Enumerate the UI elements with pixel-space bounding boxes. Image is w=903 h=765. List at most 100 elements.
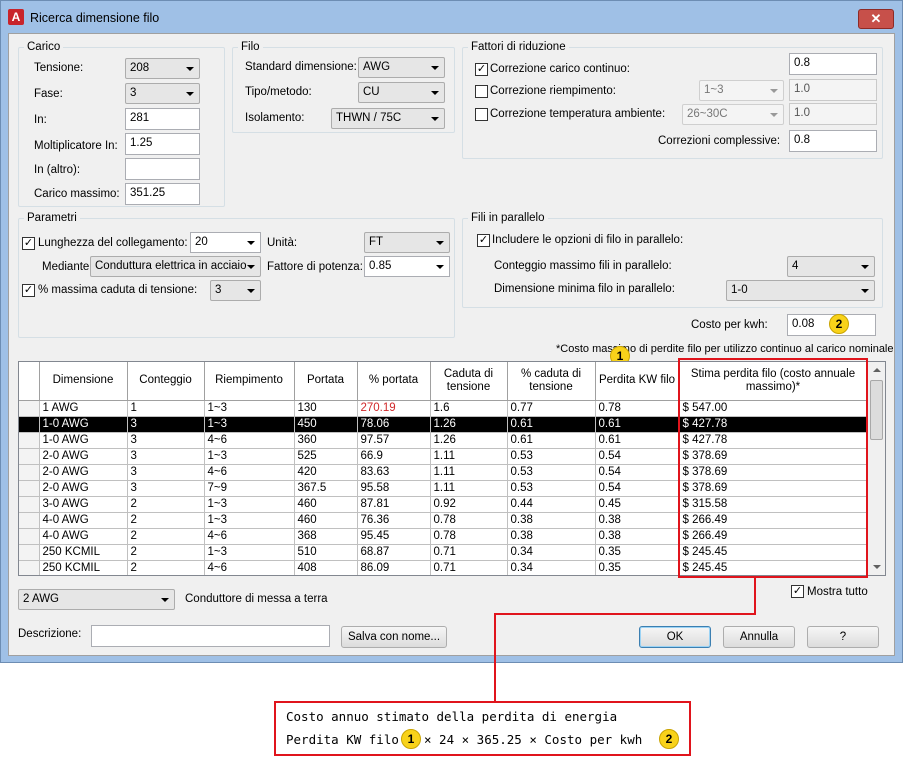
col-header-dimensione[interactable]: Dimensione bbox=[39, 362, 128, 401]
scroll-thumb[interactable] bbox=[870, 380, 883, 440]
row-header-cell[interactable] bbox=[19, 496, 40, 513]
tipo-dropdown[interactable]: CU bbox=[358, 82, 445, 103]
cell-portata[interactable]: 510 bbox=[294, 544, 358, 561]
cell-perdita-kw[interactable]: 0.54 bbox=[595, 480, 680, 497]
cell-portata[interactable]: 367.5 bbox=[294, 480, 358, 497]
dimensione-dropdown[interactable]: 1-0 bbox=[726, 280, 875, 301]
cell-perdita-kw[interactable]: 0.35 bbox=[595, 544, 680, 561]
lunghezza-checkbox[interactable]: ✓ bbox=[22, 237, 35, 250]
cell-dimensione[interactable]: 2-0 AWG bbox=[39, 448, 128, 465]
col-header-riempimento[interactable]: Riempimento bbox=[204, 362, 295, 401]
cell-dimensione[interactable]: 1-0 AWG bbox=[39, 416, 128, 433]
row-header-cell[interactable] bbox=[19, 480, 40, 497]
row-header-cell[interactable] bbox=[19, 448, 40, 465]
temperatura-checkbox[interactable] bbox=[475, 108, 488, 121]
cell-perdita-kw[interactable]: 0.38 bbox=[595, 512, 680, 529]
cell-percent-caduta[interactable]: 0.53 bbox=[507, 480, 596, 497]
cell-perdita-kw[interactable]: 0.61 bbox=[595, 432, 680, 449]
isolamento-dropdown[interactable]: THWN / 75C bbox=[331, 108, 445, 129]
riempimento-dropdown[interactable]: 1~3 bbox=[699, 80, 784, 101]
cell-caduta[interactable]: 1.11 bbox=[430, 480, 508, 497]
cell-caduta[interactable]: 0.92 bbox=[430, 496, 508, 513]
cell-percent-caduta[interactable]: 0.44 bbox=[507, 496, 596, 513]
riempimento-field[interactable]: 1.0 bbox=[789, 79, 877, 101]
close-button[interactable]: ✕ bbox=[858, 9, 894, 29]
cell-perdita-kw[interactable]: 0.35 bbox=[595, 560, 680, 575]
cell-percent-caduta[interactable]: 0.61 bbox=[507, 416, 596, 433]
cell-portata[interactable]: 460 bbox=[294, 512, 358, 529]
cell-percent-portata[interactable]: 76.36 bbox=[357, 512, 431, 529]
cell-caduta[interactable]: 1.26 bbox=[430, 432, 508, 449]
cell-dimensione[interactable]: 4-0 AWG bbox=[39, 512, 128, 529]
cell-riempimento[interactable]: 1~3 bbox=[204, 496, 295, 513]
cell-percent-caduta[interactable]: 0.53 bbox=[507, 464, 596, 481]
col-header-perdita-kw[interactable]: Perdita KW filo bbox=[595, 362, 680, 401]
cell-percent-portata[interactable]: 87.81 bbox=[357, 496, 431, 513]
cell-conteggio[interactable]: 2 bbox=[127, 512, 205, 529]
cell-portata[interactable]: 450 bbox=[294, 416, 358, 433]
annulla-button[interactable]: Annulla bbox=[723, 626, 795, 648]
descrizione-field[interactable] bbox=[91, 625, 330, 647]
row-header-cell[interactable] bbox=[19, 432, 40, 449]
cell-percent-caduta[interactable]: 0.34 bbox=[507, 544, 596, 561]
complessive-field[interactable]: 0.8 bbox=[789, 130, 877, 152]
cell-conteggio[interactable]: 3 bbox=[127, 464, 205, 481]
cell-portata[interactable]: 408 bbox=[294, 560, 358, 575]
cell-perdita-kw[interactable]: 0.54 bbox=[595, 464, 680, 481]
cell-riempimento[interactable]: 7~9 bbox=[204, 480, 295, 497]
cell-riempimento[interactable]: 1~3 bbox=[204, 416, 295, 433]
cell-dimensione[interactable]: 3-0 AWG bbox=[39, 496, 128, 513]
cell-caduta[interactable]: 0.78 bbox=[430, 528, 508, 545]
cell-riempimento[interactable]: 4~6 bbox=[204, 432, 295, 449]
cell-percent-portata[interactable]: 95.45 bbox=[357, 528, 431, 545]
fattore-potenza-combo[interactable]: 0.85 bbox=[364, 256, 450, 277]
col-header-percent-portata[interactable]: % portata bbox=[357, 362, 431, 401]
help-button[interactable]: ? bbox=[807, 626, 879, 648]
cell-conteggio[interactable]: 3 bbox=[127, 480, 205, 497]
cell-caduta[interactable]: 1.11 bbox=[430, 448, 508, 465]
col-header-portata[interactable]: Portata bbox=[294, 362, 358, 401]
temperatura-dropdown[interactable]: 26~30C bbox=[682, 104, 784, 125]
scroll-up-arrow-icon[interactable] bbox=[873, 368, 881, 372]
scroll-down-arrow-icon[interactable] bbox=[873, 565, 881, 569]
in-field[interactable]: 281 bbox=[125, 108, 200, 130]
caduta-checkbox[interactable]: ✓ bbox=[22, 284, 35, 297]
cell-percent-caduta[interactable]: 0.38 bbox=[507, 512, 596, 529]
cell-percent-portata[interactable]: 83.63 bbox=[357, 464, 431, 481]
in-altro-field[interactable] bbox=[125, 158, 200, 180]
cell-dimensione[interactable]: 250 KCMIL bbox=[39, 560, 128, 575]
caduta-dropdown[interactable]: 3 bbox=[210, 280, 261, 301]
cell-caduta[interactable]: 1.26 bbox=[430, 416, 508, 433]
cell-percent-portata[interactable]: 97.57 bbox=[357, 432, 431, 449]
row-header-cell[interactable] bbox=[19, 544, 40, 561]
cell-conteggio[interactable]: 3 bbox=[127, 448, 205, 465]
row-header-cell[interactable] bbox=[19, 400, 40, 417]
cell-dimensione[interactable]: 4-0 AWG bbox=[39, 528, 128, 545]
cell-perdita-kw[interactable]: 0.61 bbox=[595, 416, 680, 433]
col-header-percent-caduta[interactable]: % caduta di tensione bbox=[507, 362, 596, 401]
cell-percent-caduta[interactable]: 0.53 bbox=[507, 448, 596, 465]
cell-riempimento[interactable]: 4~6 bbox=[204, 528, 295, 545]
cell-perdita-kw[interactable]: 0.38 bbox=[595, 528, 680, 545]
fase-dropdown[interactable]: 3 bbox=[125, 83, 200, 104]
cell-portata[interactable]: 368 bbox=[294, 528, 358, 545]
terra-dropdown[interactable]: 2 AWG bbox=[18, 589, 175, 610]
cell-portata[interactable]: 525 bbox=[294, 448, 358, 465]
cell-percent-portata[interactable]: 270.19 bbox=[357, 400, 431, 417]
cell-conteggio[interactable]: 3 bbox=[127, 416, 205, 433]
cell-caduta[interactable]: 0.78 bbox=[430, 512, 508, 529]
cell-perdita-kw[interactable]: 0.45 bbox=[595, 496, 680, 513]
cell-dimensione[interactable]: 250 KCMIL bbox=[39, 544, 128, 561]
cell-portata[interactable]: 130 bbox=[294, 400, 358, 417]
cell-perdita-kw[interactable]: 0.54 bbox=[595, 448, 680, 465]
carico-continuo-checkbox[interactable]: ✓ bbox=[475, 63, 488, 76]
col-header-conteggio[interactable]: Conteggio bbox=[127, 362, 205, 401]
cell-dimensione[interactable]: 2-0 AWG bbox=[39, 464, 128, 481]
row-header-cell[interactable] bbox=[19, 512, 40, 529]
mostra-tutto-checkbox[interactable]: ✓ bbox=[791, 585, 804, 598]
cell-conteggio[interactable]: 2 bbox=[127, 560, 205, 575]
cell-percent-portata[interactable]: 86.09 bbox=[357, 560, 431, 575]
standard-dropdown[interactable]: AWG bbox=[358, 57, 445, 78]
cell-riempimento[interactable]: 4~6 bbox=[204, 464, 295, 481]
mediante-dropdown[interactable]: Conduttura elettrica in acciaio bbox=[90, 256, 261, 277]
